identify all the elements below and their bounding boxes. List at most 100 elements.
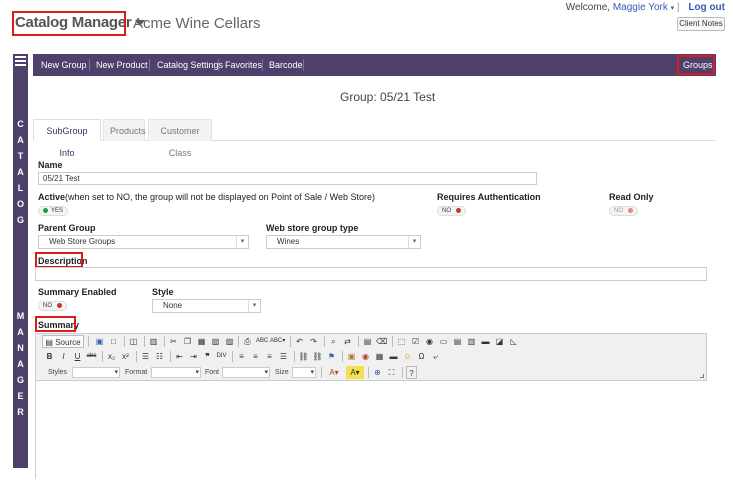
save-icon[interactable]: ▣	[94, 335, 105, 348]
preview-icon[interactable]: ◫	[128, 335, 139, 348]
description-field[interactable]	[35, 267, 707, 281]
summary-enabled-toggle[interactable]: NO	[38, 301, 67, 311]
replace-icon[interactable]: ⇄	[342, 335, 353, 348]
nav-new-group[interactable]: New Group	[41, 54, 87, 76]
indent-icon[interactable]: ⇥	[188, 350, 199, 363]
tab-bar: SubGroup Info Products Customer Class	[33, 119, 716, 158]
paste-icon[interactable]: ▦	[196, 335, 207, 348]
checkbox-icon[interactable]: ☑	[410, 335, 421, 348]
toolbar-row-3: Styles ▾ Format ▾ Font ▾ Size ▾ A▾ A▾ ⊕ …	[36, 365, 706, 380]
name-field[interactable]: 05/21 Test	[38, 172, 537, 185]
nav-favorites[interactable]: Favorites	[225, 54, 262, 76]
parent-group-select[interactable]: Web Store Groups ▾	[38, 235, 249, 249]
resize-handle-icon[interactable]	[700, 374, 704, 378]
nav-new-product[interactable]: New Product	[96, 54, 148, 76]
spellcheck-menu-icon[interactable]: ABC▾	[270, 335, 285, 348]
cut-icon[interactable]: ✂	[168, 335, 179, 348]
justify-icon[interactable]: ☰	[278, 350, 289, 363]
tab-products[interactable]: Products	[103, 119, 146, 141]
new-page-icon[interactable]: □	[108, 335, 119, 348]
align-right-icon[interactable]: ≡	[264, 350, 275, 363]
align-center-icon[interactable]: ≡	[250, 350, 261, 363]
hidden-field-icon[interactable]: ◺	[508, 335, 519, 348]
active-toggle[interactable]: YES	[38, 206, 69, 216]
outdent-icon[interactable]: ⇤	[174, 350, 185, 363]
requires-auth-toggle[interactable]: NO	[437, 206, 466, 216]
chevron-down-icon: ▾	[236, 236, 248, 248]
paste-word-icon[interactable]: ▨	[224, 335, 235, 348]
read-only-toggle[interactable]: NO	[609, 206, 638, 216]
requires-auth-label: Requires Authentication	[437, 192, 541, 202]
styles-label: Styles	[48, 369, 68, 376]
table-icon[interactable]: ▦	[374, 350, 385, 363]
blockquote-icon[interactable]: ❞	[202, 350, 213, 363]
textfield-icon[interactable]: ▭	[438, 335, 449, 348]
find-icon[interactable]: ⌕	[328, 335, 339, 348]
source-button[interactable]: ▤ Source	[42, 335, 84, 348]
radio-icon[interactable]: ◉	[424, 335, 435, 348]
image-icon[interactable]: ▣	[346, 350, 357, 363]
maximize-icon[interactable]: ⊕	[372, 366, 383, 379]
hamburger-menu-icon[interactable]	[15, 56, 26, 68]
redo-icon[interactable]: ↷	[308, 335, 319, 348]
underline-icon[interactable]: U	[72, 350, 83, 363]
paste-text-icon[interactable]: ▧	[210, 335, 221, 348]
name-label: Name	[38, 160, 63, 170]
bold-icon[interactable]: B	[44, 350, 55, 363]
page-break-icon[interactable]: ⤶	[430, 350, 441, 363]
italic-icon[interactable]: I	[58, 350, 69, 363]
link-icon[interactable]: ⛓	[298, 350, 309, 363]
button-field-icon[interactable]: ▬	[480, 335, 491, 348]
copy-icon[interactable]: ❐	[182, 335, 193, 348]
toolbar-row-2: B I U abc x₂ x² ☰ ☷ ⇤ ⇥ ❞ DIV ≡ ≡ ≡ ☰ ⛓ …	[36, 349, 706, 364]
flash-icon[interactable]: ◉	[360, 350, 371, 363]
smiley-icon[interactable]: ☺	[402, 350, 413, 363]
select-field-icon[interactable]: ▥	[466, 335, 477, 348]
strikethrough-icon[interactable]: abc	[86, 350, 97, 363]
webstore-type-select[interactable]: Wines ▾	[266, 235, 421, 249]
logout-link[interactable]: Log out	[688, 2, 725, 13]
tab-subgroup-info[interactable]: SubGroup Info	[33, 119, 101, 158]
textarea-icon[interactable]: ▤	[452, 335, 463, 348]
user-menu[interactable]: Maggie York ▾	[613, 2, 674, 13]
format-label: Format	[125, 369, 148, 376]
undo-icon[interactable]: ↶	[294, 335, 305, 348]
remove-format-icon[interactable]: ⌫	[376, 335, 387, 348]
select-all-icon[interactable]: ▤	[362, 335, 373, 348]
style-select[interactable]: None ▾	[152, 299, 261, 313]
active-hint: (when set to NO, the group will not be d…	[65, 192, 376, 202]
div-container-icon[interactable]: DIV	[216, 350, 227, 363]
special-char-icon[interactable]: Ω	[416, 350, 427, 363]
unlink-icon[interactable]: ⛓	[312, 350, 323, 363]
font-label: Font	[205, 369, 220, 376]
font-combo[interactable]: ▾	[222, 367, 270, 378]
nav-barcode[interactable]: Barcode	[269, 54, 303, 76]
show-blocks-icon[interactable]: ⛶	[386, 366, 397, 379]
text-color-icon[interactable]: A▾	[325, 366, 343, 379]
templates-icon[interactable]: ▥	[148, 335, 159, 348]
help-icon[interactable]: ?	[406, 366, 417, 379]
summary-edit-area[interactable]	[35, 381, 707, 479]
align-left-icon[interactable]: ≡	[236, 350, 247, 363]
spellcheck-icon[interactable]: ABC	[256, 335, 268, 348]
client-notes-button[interactable]: Client Notes	[677, 17, 725, 31]
tab-customer-class[interactable]: Customer Class	[148, 119, 212, 158]
styles-combo[interactable]: ▾	[72, 367, 120, 378]
size-combo[interactable]: ▾	[292, 367, 316, 378]
numbered-list-icon[interactable]: ☰	[140, 350, 151, 363]
superscript-icon[interactable]: x²	[120, 350, 131, 363]
user-area: Welcome, Maggie York ▾ | Log out	[565, 2, 725, 13]
horizontal-rule-icon[interactable]: ▬	[388, 350, 399, 363]
webstore-type-label: Web store group type	[266, 223, 359, 233]
print-icon[interactable]: ⎙	[242, 335, 253, 348]
catalog-navbar: New Group New Product Catalog Settings F…	[33, 54, 716, 76]
image-button-icon[interactable]: ◪	[494, 335, 505, 348]
company-name: Acme Wine Cellars	[133, 15, 261, 32]
bg-color-icon[interactable]: A▾	[346, 366, 364, 379]
format-combo[interactable]: ▾	[151, 367, 201, 378]
nav-catalog-settings[interactable]: Catalog Settings	[157, 54, 223, 76]
subscript-icon[interactable]: x₂	[106, 350, 117, 363]
anchor-icon[interactable]: ⚑	[326, 350, 337, 363]
bulleted-list-icon[interactable]: ☷	[154, 350, 165, 363]
form-icon[interactable]: ⬚	[396, 335, 407, 348]
